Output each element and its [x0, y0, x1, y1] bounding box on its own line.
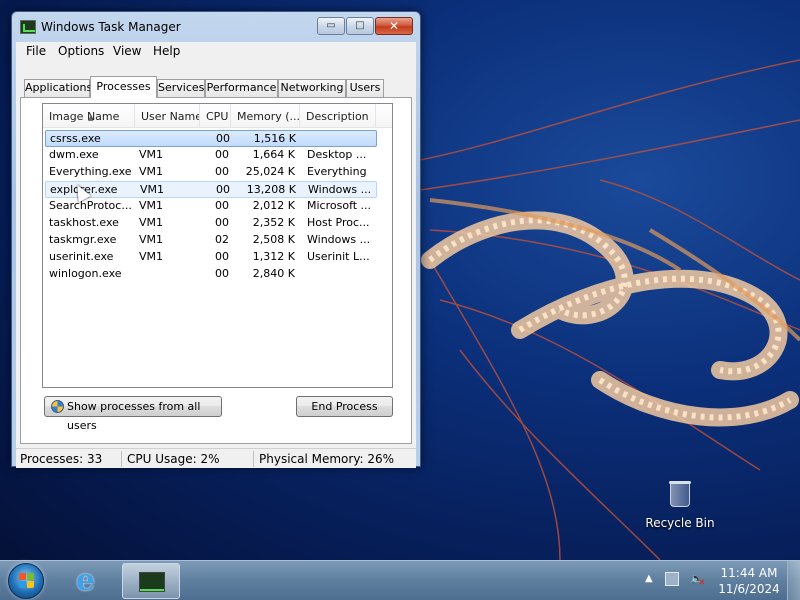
recycle-bin-icon — [669, 481, 691, 507]
cell-cpu: 00 — [215, 148, 229, 161]
cell-memory: 13,208 K — [246, 183, 296, 196]
cell-cpu: 00 — [215, 199, 229, 212]
show-hidden-icons-arrow[interactable]: ▲ — [645, 573, 653, 584]
status-physical-memory: Physical Memory: 26% — [259, 452, 395, 466]
cell-image-name: csrss.exe — [50, 132, 101, 145]
cell-user-name: VM1 — [139, 165, 164, 178]
column-description[interactable]: Description — [300, 104, 376, 128]
tab-processes[interactable]: Processes — [90, 76, 157, 98]
table-row[interactable]: Everything.exe VM1 00 25,024 K Everything — [45, 164, 377, 181]
recycle-bin[interactable]: Recycle Bin — [640, 481, 720, 535]
tab-applications[interactable]: Applications — [24, 79, 92, 97]
column-cpu[interactable]: CPU — [200, 104, 231, 128]
tab-services[interactable]: Services — [157, 79, 205, 97]
table-row[interactable]: taskhost.exe VM1 00 2,352 K Host Proc... — [45, 215, 377, 232]
cell-image-name: taskhost.exe — [49, 216, 119, 229]
cell-user-name: VM1 — [139, 250, 164, 263]
sort-arrow-icon: ▲ — [88, 114, 94, 122]
volume-muted-icon: ✕ — [698, 578, 706, 588]
cell-memory: 1,516 K — [253, 132, 296, 145]
title-bar[interactable]: Windows Task Manager ▭ □ ✕ — [12, 12, 420, 42]
cell-cpu: 00 — [215, 250, 229, 263]
cell-memory: 2,012 K — [252, 199, 295, 212]
show-all-processes-button[interactable]: Show processes from all users — [44, 396, 222, 432]
taskbar-task-manager-button[interactable] — [122, 563, 180, 599]
cell-image-name: Everything.exe — [49, 165, 132, 178]
cell-image-name: winlogon.exe — [49, 267, 122, 280]
cell-image-name: dwm.exe — [49, 148, 99, 161]
column-image-name[interactable]: ▲ Image Name — [43, 104, 135, 128]
clock-date: 11/6/2024 — [718, 582, 780, 596]
table-row[interactable]: SearchProtoc... VM1 00 2,012 K Microsoft ... — [45, 198, 377, 215]
cell-memory: 1,664 K — [252, 148, 295, 161]
cell-description: Windows ... — [307, 233, 371, 246]
cell-memory: 25,024 K — [245, 165, 295, 178]
cell-description: Desktop ... — [307, 148, 367, 161]
maximize-button[interactable]: □ — [346, 17, 374, 35]
show-desktop-button[interactable] — [787, 561, 800, 600]
window-title: Windows Task Manager — [41, 20, 181, 34]
cell-image-name: SearchProtoc... — [49, 199, 132, 212]
cell-cpu: 00 — [216, 132, 230, 145]
cell-memory: 2,840 K — [252, 267, 295, 280]
cell-user-name: VM1 — [139, 216, 164, 229]
menu-bar: File Options View Help — [16, 42, 416, 61]
cell-description: Everything — [307, 165, 367, 178]
cell-user-name: VM1 — [139, 148, 164, 161]
tab-performance[interactable]: Performance — [205, 79, 278, 97]
taskbar: ▲ 🔈 ✕ 11:44 AM 11/6/2024 — [0, 560, 800, 600]
table-row[interactable]: taskmgr.exe VM1 02 2,508 K Windows ... — [45, 232, 377, 249]
status-process-count: Processes: 33 — [16, 451, 122, 467]
cell-memory: 1,312 K — [252, 250, 295, 263]
table-row[interactable]: userinit.exe VM1 00 1,312 K Userinit L... — [45, 249, 377, 266]
cell-memory: 2,352 K — [252, 216, 295, 229]
cell-cpu: 00 — [215, 165, 229, 178]
cell-user-name: VM1 — [139, 233, 164, 246]
cell-image-name: userinit.exe — [49, 250, 114, 263]
clock[interactable]: 11:44 AM 11/6/2024 — [716, 565, 782, 597]
network-icon[interactable] — [665, 572, 679, 586]
minimize-button[interactable]: ▭ — [317, 17, 345, 35]
table-row[interactable]: dwm.exe VM1 00 1,664 K Desktop ... — [45, 147, 377, 164]
cell-memory: 2,508 K — [252, 233, 295, 246]
cell-image-name: explorer.exe — [50, 183, 118, 196]
clock-time: 11:44 AM — [720, 566, 778, 580]
end-process-button[interactable]: End Process — [296, 396, 393, 417]
cell-user-name: VM1 — [140, 183, 165, 196]
menu-file[interactable]: File — [26, 44, 46, 58]
cell-cpu: 00 — [216, 183, 230, 196]
cell-description: Windows ... — [308, 183, 372, 196]
task-manager-window: Windows Task Manager ▭ □ ✕ File Options … — [11, 11, 421, 468]
cell-cpu: 00 — [215, 267, 229, 280]
column-memory[interactable]: Memory (... — [231, 104, 300, 128]
internet-explorer-icon[interactable] — [61, 563, 119, 599]
table-row[interactable]: explorer.exe VM1 00 13,208 K Windows ... — [45, 181, 377, 198]
menu-options[interactable]: Options — [58, 44, 104, 58]
recycle-bin-label: Recycle Bin — [645, 516, 715, 530]
status-cpu-usage: CPU Usage: 2% — [123, 451, 254, 467]
table-row[interactable]: winlogon.exe 00 2,840 K — [45, 266, 377, 283]
close-button[interactable]: ✕ — [375, 17, 413, 35]
list-header: ▲ Image Name User Name CPU Memory (... D… — [43, 104, 392, 128]
cell-description: Microsoft ... — [307, 199, 372, 212]
cell-description: Host Proc... — [307, 216, 370, 229]
cell-cpu: 02 — [215, 233, 229, 246]
status-bar: Processes: 33 CPU Usage: 2% Physical Mem… — [16, 448, 416, 468]
cell-user-name: VM1 — [139, 199, 164, 212]
uac-shield-icon — [51, 400, 64, 413]
process-list[interactable]: ▲ Image Name User Name CPU Memory (... D… — [42, 103, 393, 388]
task-manager-icon — [20, 20, 36, 34]
tab-networking[interactable]: Networking — [278, 79, 346, 97]
table-row[interactable]: csrss.exe 00 1,516 K — [45, 130, 377, 147]
start-button[interactable] — [8, 563, 44, 599]
cell-image-name: taskmgr.exe — [49, 233, 117, 246]
cell-cpu: 00 — [215, 216, 229, 229]
column-image-name-label: Image Name — [49, 110, 120, 123]
menu-help[interactable]: Help — [153, 44, 180, 58]
column-user-name[interactable]: User Name — [135, 104, 200, 128]
menu-view[interactable]: View — [113, 44, 141, 58]
cell-description: Userinit L... — [307, 250, 370, 263]
tab-users[interactable]: Users — [346, 79, 384, 97]
